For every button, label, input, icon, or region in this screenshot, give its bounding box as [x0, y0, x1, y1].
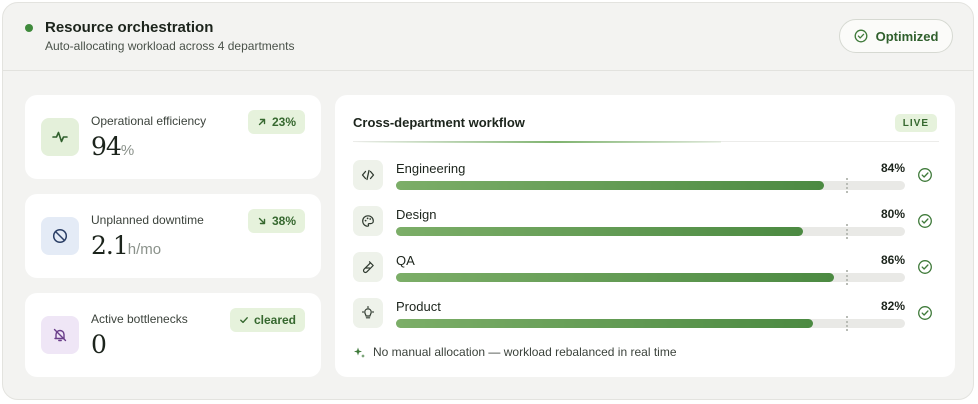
department-name: Engineering: [396, 161, 466, 176]
department-row-design: Design 80%: [353, 206, 939, 242]
target-marker: [846, 270, 849, 285]
target-marker: [846, 178, 849, 193]
trend-badge: 38%: [247, 209, 305, 233]
department-percent: 86%: [880, 253, 905, 267]
panel-divider-accent: [353, 141, 721, 143]
check-circle-icon: [918, 168, 932, 182]
lightbulb-icon: [353, 298, 383, 328]
progress-fill: [396, 181, 824, 190]
department-percent: 80%: [880, 207, 905, 221]
check-circle-icon: [918, 214, 932, 228]
orchestration-card: Resource orchestration Auto-allocating w…: [2, 2, 974, 400]
check-circle-icon: [854, 29, 868, 43]
department-name: Product: [396, 299, 441, 314]
metric-label: Unplanned downtime: [91, 213, 204, 227]
progress-fill: [396, 273, 834, 282]
page-subtitle: Auto-allocating workload across 4 depart…: [45, 39, 295, 53]
metric-label: Active bottlenecks: [91, 312, 188, 326]
metric-active-bottlenecks: Active bottlenecks 0 cleared: [25, 293, 321, 377]
optimized-status-button[interactable]: Optimized: [839, 19, 953, 53]
status-badge: cleared: [229, 308, 305, 332]
metric-value: 2.1h/mo: [91, 231, 162, 260]
department-row-engineering: Engineering 84%: [353, 160, 939, 196]
test-tube-icon: [353, 252, 383, 282]
activity-pulse-icon: [41, 118, 79, 156]
department-percent: 84%: [880, 161, 905, 175]
metric-value: 94%: [91, 132, 135, 161]
check-circle-icon: [918, 306, 932, 320]
arrow-down-right-icon: [258, 217, 266, 225]
footnote: No manual allocation — workload rebalanc…: [353, 345, 677, 359]
progress-fill: [396, 319, 814, 328]
arrow-up-right-icon: [258, 118, 266, 126]
metric-label: Operational efficiency: [91, 114, 207, 128]
progress-track: [396, 224, 905, 239]
progress-track: [396, 270, 905, 285]
metric-unplanned-downtime: Unplanned downtime 2.1h/mo 38%: [25, 194, 321, 278]
target-marker: [846, 316, 849, 331]
department-name: Design: [396, 207, 437, 222]
progress-track: [396, 178, 905, 193]
code-icon: [353, 160, 383, 190]
progress-track: [396, 316, 905, 331]
sparkle-icon: [354, 347, 365, 358]
workflow-panel: Cross-department workflow LIVE Engineeri…: [335, 95, 955, 377]
department-row-product: Product 82%: [353, 298, 939, 334]
metric-operational-efficiency: Operational efficiency 94% 23%: [25, 95, 321, 179]
department-row-qa: QA 86%: [353, 252, 939, 288]
slashed-circle-icon: [41, 217, 79, 255]
check-circle-icon: [918, 260, 932, 274]
footnote-text: No manual allocation — workload rebalanc…: [373, 345, 677, 359]
panel-title: Cross-department workflow: [353, 115, 525, 130]
card-header: Resource orchestration Auto-allocating w…: [3, 3, 973, 71]
palette-icon: [353, 206, 383, 236]
department-percent: 82%: [880, 299, 905, 313]
progress-fill: [396, 227, 804, 236]
check-icon: [240, 317, 248, 324]
optimized-label: Optimized: [875, 28, 939, 44]
bell-off-icon: [41, 316, 79, 354]
metric-value: 0: [91, 330, 107, 359]
trend-badge: 23%: [247, 110, 305, 134]
status-dot: [25, 24, 33, 32]
department-name: QA: [396, 253, 415, 268]
page-title: Resource orchestration: [45, 19, 214, 36]
target-marker: [846, 224, 849, 239]
live-badge: LIVE: [894, 114, 937, 132]
